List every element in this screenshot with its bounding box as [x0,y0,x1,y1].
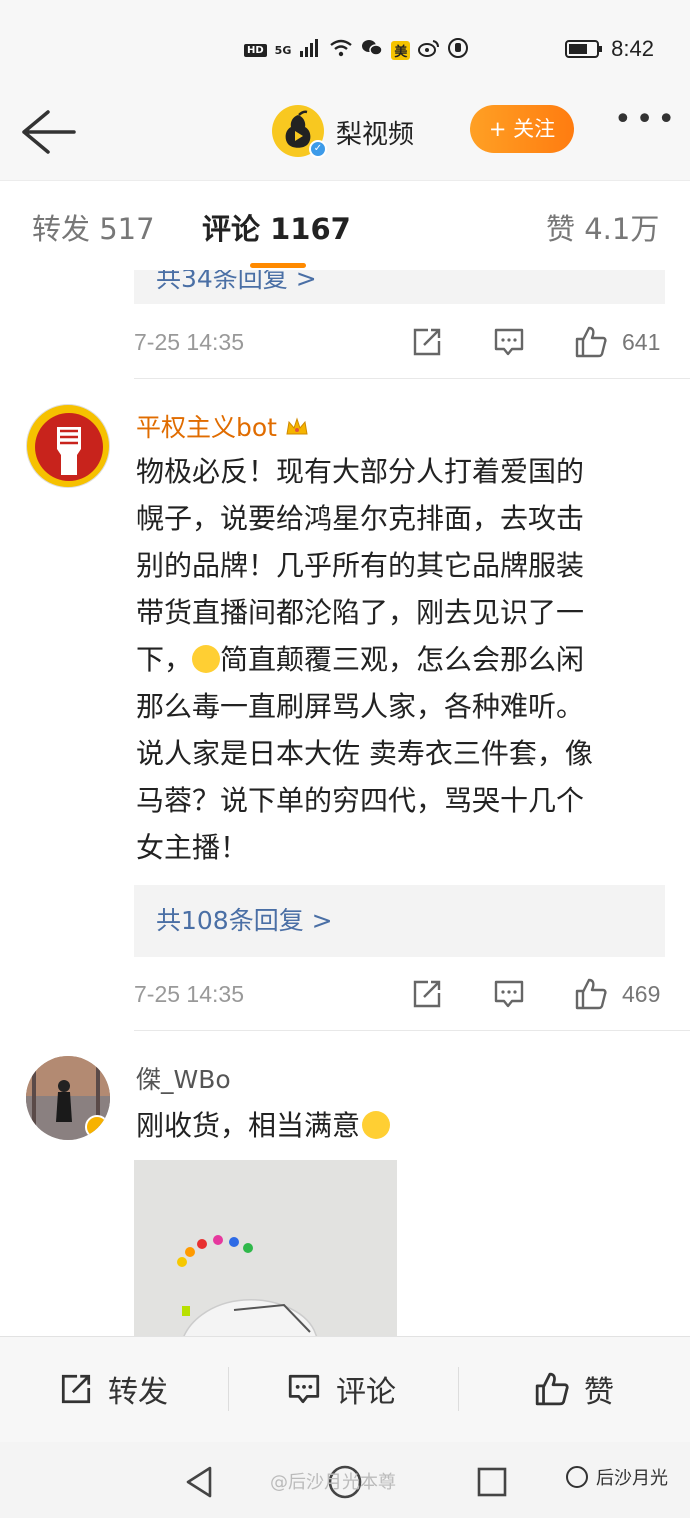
like-count: 641 [622,329,661,355]
wechat-icon [361,39,384,61]
separator [458,1367,459,1411]
signal-icon [299,39,321,61]
tab-likes[interactable]: 赞 4.1万 [546,206,659,248]
watermark: @后沙月光本尊 [270,1472,396,1493]
comment-list[interactable]: 共34条回复 > 7-25 14:35 641 平权主义bot 物极必反！现有大… [0,270,690,1336]
comment-body: 物极必反！现有大部分人打着爱国的 幌子，说要给鸿星尔克排面，去攻击 别的品牌！几… [136,448,661,871]
bottom-action-bar: 转发 评论 赞 [0,1336,690,1442]
nav-bar: ✓ 梨视频 + 关注 ••• [0,100,690,180]
raised-fist-icon [35,413,103,481]
crown-icon [285,415,309,437]
username-text: 平权主义bot [136,413,277,442]
comment-meta: 7-25 14:35 641 [0,325,690,365]
comment-line: 物极必反！现有大部分人打着爱国的 [136,455,585,488]
shoe-photo-icon [134,1160,397,1336]
battery-icon [565,40,603,58]
wifi-icon [329,39,353,61]
back-arrow-icon [22,110,76,154]
tab-reposts[interactable]: 转发 517 [32,206,155,248]
verified-icon: ✓ [309,140,327,158]
brand-mark: 后沙月光 [566,1464,668,1490]
comment-image[interactable] [134,1160,397,1336]
repost-label: 转发 [108,1375,168,1410]
like-icon[interactable] [574,977,608,1011]
comment-line: 刚收货，相当满意 [136,1109,361,1142]
more-options-button[interactable]: ••• [614,105,675,142]
system-recents-button[interactable] [472,1462,512,1502]
system-back-button[interactable] [180,1462,220,1502]
comment-line: 那么毒一直刷屏骂人家，各种难听。 [136,690,585,723]
like-icon [535,1372,569,1406]
divider [134,378,690,379]
repost-icon[interactable] [410,325,444,359]
comment-fragment: 简直颠覆三观，怎么会那么闲 [220,643,585,676]
hd-icon: HD [244,43,267,57]
comment-icon [288,1374,320,1404]
user-avatar[interactable] [26,1056,110,1140]
weibo-icon [418,39,440,61]
comment-icon[interactable] [492,977,526,1011]
smirk-emoji-icon [192,645,221,673]
like-button[interactable]: 赞 [534,1367,614,1411]
separator [228,1367,229,1411]
tab-bar: 转发 517 评论 1167 赞 4.1万 [0,180,690,270]
comment-body: 刚收货，相当满意 [136,1102,661,1149]
channel-avatar[interactable]: ✓ [272,105,327,158]
comment-line: 女主播！ [136,831,249,864]
divider [134,1030,690,1031]
comment-line: 说人家是日本大佐 卖寿衣三件套，像 [136,737,593,770]
comment-line: 别的品牌！几乎所有的其它品牌服装 [136,549,585,582]
status-right: 8:42 [565,36,654,62]
username[interactable]: 傑_WBo [136,1060,231,1096]
status-icons: HD 5G 美 [244,38,469,62]
system-nav-bar: @后沙月光本尊 后沙月光 [0,1442,690,1518]
wechat-icon [566,1466,588,1488]
meituan-icon: 美 [391,40,411,60]
hand-icon [448,38,469,62]
comment-label: 评论 [336,1375,396,1410]
comment-line: 幌子，说要给鸿星尔克排面，去攻击 [136,502,585,535]
username[interactable]: 平权主义bot [136,408,309,444]
status-bar: HD 5G 美 8:42 [0,0,690,100]
comment-time: 7-25 14:35 [134,981,244,1007]
brand-label: 后沙月光 [596,1468,668,1489]
user-avatar[interactable] [26,404,110,488]
like-label: 赞 [584,1375,614,1410]
verified-icon [85,1115,109,1139]
tab-comments[interactable]: 评论 1167 [202,206,351,248]
back-button[interactable] [18,104,78,160]
comment-line: 下， 简直颠覆三观，怎么会那么闲 [136,636,661,683]
comment-line: 马蓉？说下单的穷四代，骂哭十几个 [136,784,585,817]
repost-icon[interactable] [410,977,444,1011]
tab-active-indicator [250,263,306,268]
replies-link[interactable]: 共34条回复 > [134,270,665,304]
comment-fragment: 下， [136,643,193,676]
like-icon[interactable] [574,325,608,359]
heart-eyes-emoji-icon [362,1111,391,1139]
like-count: 469 [622,981,661,1007]
repost-icon [61,1374,91,1404]
network-label: 5G [274,43,292,57]
comment-button[interactable]: 评论 [286,1367,396,1411]
comment-line: 带货直播间都沦陷了，刚去见识了一 [136,596,585,629]
follow-button[interactable]: + 关注 [470,105,574,153]
repost-button[interactable]: 转发 [58,1367,168,1411]
clock: 8:42 [611,36,654,61]
comment-icon[interactable] [492,325,526,359]
replies-link[interactable]: 共108条回复 > [134,885,665,957]
comment-time: 7-25 14:35 [134,329,244,355]
comment-meta: 7-25 14:35 469 [0,977,690,1017]
page-title: 梨视频 [336,120,415,150]
